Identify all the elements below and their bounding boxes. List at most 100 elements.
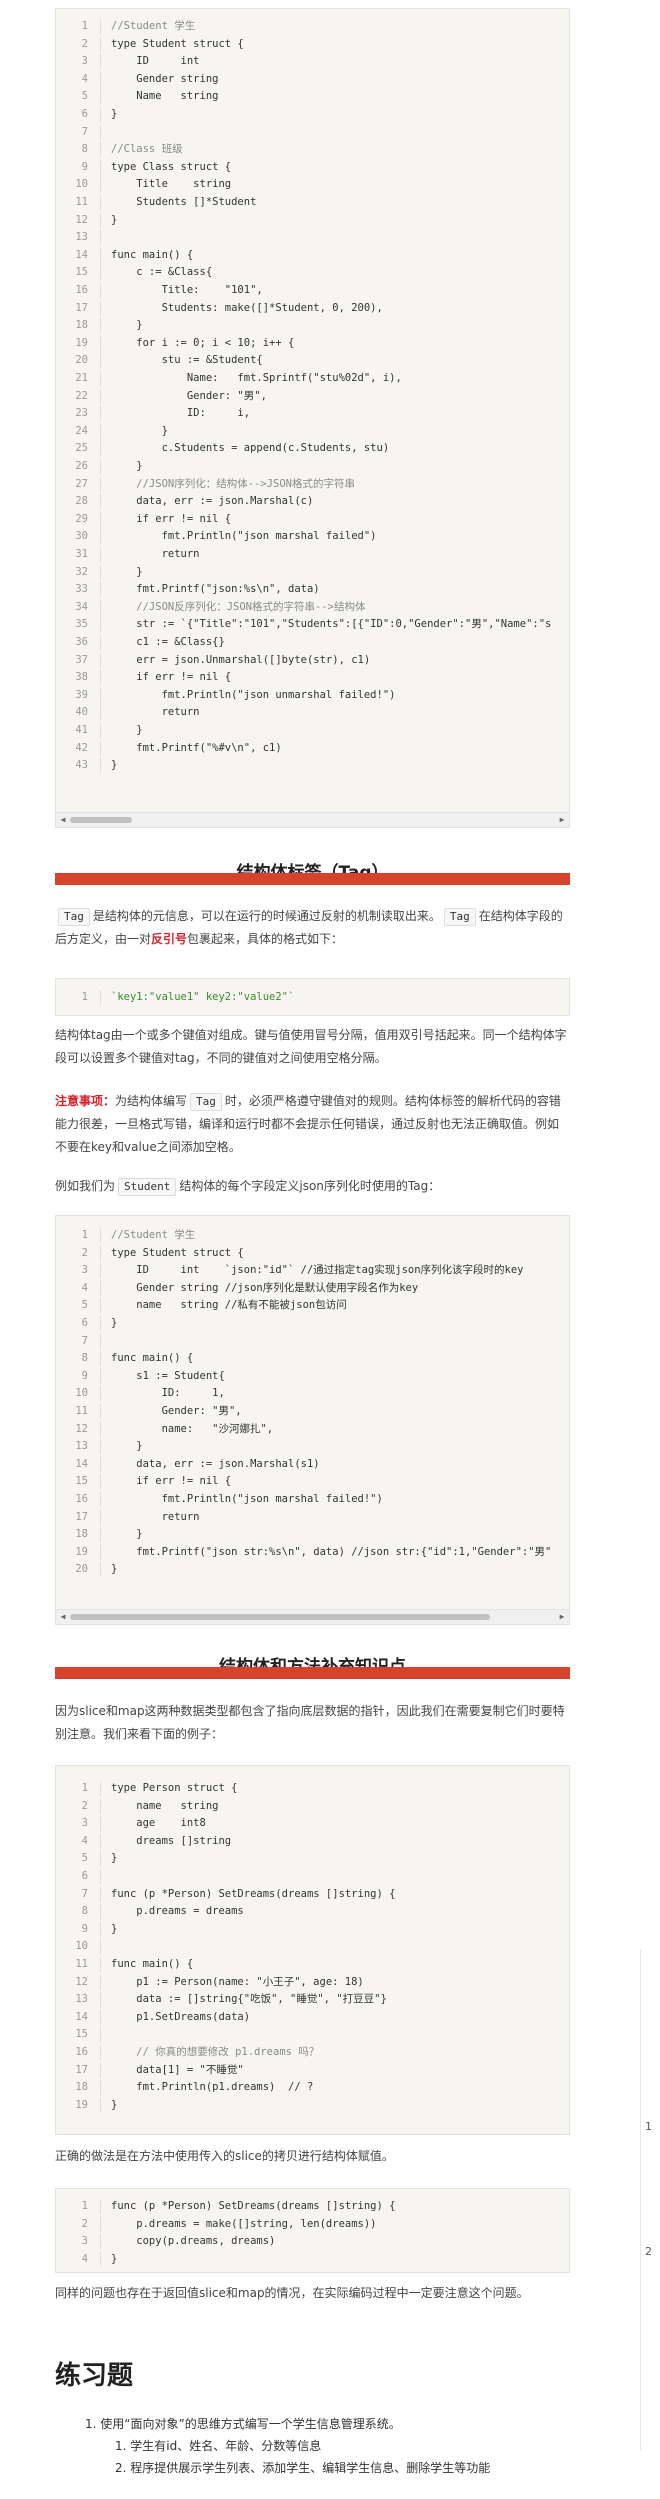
line-number: 17 <box>56 2062 101 2078</box>
line-number: 2 <box>56 1245 101 1261</box>
line-number: 9 <box>56 1368 101 1384</box>
line-number: 8 <box>56 1904 101 1920</box>
code-line: 21 Name: fmt.Sprintf("stu%02d", i), <box>56 371 571 386</box>
code-line: 1 //Student 学生 <box>56 19 571 34</box>
line-number: 17 <box>56 1509 101 1525</box>
line-number: 34 <box>56 599 101 615</box>
code-line: 19} <box>56 2097 571 2113</box>
line-number: 21 <box>56 371 101 386</box>
line-number: 2 <box>56 1798 101 1814</box>
paragraph-tag-kv: 结构体tag由一个或多个键值对组成。键与值使用冒号分隔，值用双引号括起来。同一个… <box>55 1028 567 1065</box>
code-text: Name string <box>111 90 219 103</box>
scroll-right-icon[interactable]: ▶ <box>557 815 567 825</box>
code-text: p1.SetDreams(data) <box>111 2010 251 2023</box>
code-text: if err != nil { <box>111 1475 232 1488</box>
code-text: for i := 0; i < 10; i++ { <box>111 336 295 349</box>
line-number: 24 <box>56 423 101 439</box>
horizontal-scrollbar[interactable]: ◀ ▶ <box>56 1609 569 1624</box>
horizontal-scrollbar[interactable]: ◀ ▶ <box>56 812 569 827</box>
code-block-tag-format: 1 `key1:"value1" key2:"value2"` <box>55 978 570 1016</box>
code-line: 3 copy(p.dreams, dreams) <box>56 2234 571 2250</box>
code-text: Gender string <box>111 72 219 85</box>
code-text: fmt.Printf("%#v\n", c1) <box>111 741 282 754</box>
code-line: 36 c1 := &Class{} <box>56 635 571 650</box>
code-text: } <box>111 759 118 772</box>
code-line: 33 fmt.Printf("json:%s\n", data) <box>56 582 571 598</box>
line-number: 9 <box>56 1921 101 1937</box>
code-text: } <box>111 1852 118 1865</box>
line-number: 12 <box>56 212 101 228</box>
scrollbar-thumb[interactable] <box>70 817 132 823</box>
code-text: } <box>111 565 143 578</box>
code-line: 11 func main() { <box>56 1957 571 1972</box>
code-line: 13 <box>56 230 571 246</box>
scroll-right-icon[interactable]: ▶ <box>557 1612 567 1622</box>
line-number: 7 <box>56 124 101 140</box>
line-number: 10 <box>56 177 101 193</box>
line-number: 37 <box>56 652 101 668</box>
code-line: 2 p.dreams = make([]string, len(dreams)) <box>56 2216 571 2232</box>
code-line: 17 Students: make([]*Student, 0, 200), <box>56 300 571 316</box>
code-text: age int8 <box>111 1817 206 1830</box>
code-text: stu := &Student{ <box>111 354 263 367</box>
line-number: 29 <box>56 511 101 527</box>
code-text: //Student 学生 <box>111 1229 196 1241</box>
code-text: ID: 1, <box>111 1387 225 1400</box>
code-line: 14 func main() { <box>56 247 571 263</box>
code-text: } <box>111 2098 118 2111</box>
code-text: return <box>111 1510 200 1523</box>
line-number: 8 <box>56 142 101 158</box>
line-number: 15 <box>56 2027 101 2043</box>
code-text: p1 := Person(name: "小王子", age: 18) <box>111 1975 364 1988</box>
exercise-subitem: 2. 程序提供展示学生列表、添加学生、编辑学生信息、删除学生等功能 <box>115 2461 491 2475</box>
inline-code-student: Student <box>118 1178 177 1196</box>
code-line: 8 p.dreams = dreams <box>56 1904 571 1920</box>
line-number: 1 <box>56 1228 101 1243</box>
scroll-left-icon[interactable]: ◀ <box>58 815 68 825</box>
code-text: func main() { <box>111 1958 194 1970</box>
line-number: 18 <box>56 1527 101 1543</box>
line-number: 2 <box>56 2216 101 2232</box>
code-text: } <box>111 424 168 437</box>
code-line: 43} <box>56 758 571 774</box>
code-line: 14 p1.SetDreams(data) <box>56 2009 571 2025</box>
code-text: name string //私有不能被json包访问 <box>111 1299 347 1312</box>
code-line: 9} <box>56 1921 571 1937</box>
section-heading-exercise: 练习题 <box>55 2361 134 2391</box>
toc-marker-2[interactable]: 2 <box>645 2245 652 2258</box>
code-line: 30 fmt.Println("json marshal failed") <box>56 529 571 545</box>
line-number: 5 <box>56 1851 101 1867</box>
code-line: 22 Gender: "男", <box>56 388 571 404</box>
code-line: 19 fmt.Printf("json str:%s\n", data) //j… <box>56 1544 571 1560</box>
code-text: p.dreams = dreams <box>111 1905 244 1918</box>
code-text: data[1] = "不睡觉" <box>111 2063 244 2076</box>
line-number: 13 <box>56 1439 101 1455</box>
scrollbar-thumb[interactable] <box>70 1614 490 1620</box>
code-line: 11 Gender: "男", <box>56 1404 571 1419</box>
code-text: copy(p.dreams, dreams) <box>111 2235 276 2248</box>
paragraph-tag-note: 注意事项：为结构体编写 Tag 时，必须严格遵守键值对的规则。结构体标签的解析代码的… <box>55 1093 561 1154</box>
scroll-left-icon[interactable]: ◀ <box>58 1612 68 1622</box>
code-line: 1 func (p *Person) SetDreams(dreams []str… <box>56 2199 571 2214</box>
code-line: 8 //Class 班级 <box>56 142 571 158</box>
code-line: 15 if err != nil { <box>56 1474 571 1490</box>
code-line: 31 return <box>56 547 571 562</box>
code-text: fmt.Println(p1.dreams) // ? <box>111 2081 314 2094</box>
code-line: 4 dreams []string <box>56 1833 571 1849</box>
code-text: name: "沙河娜扎", <box>111 1422 274 1435</box>
line-number: 4 <box>56 1280 101 1296</box>
code-text: func main() { <box>111 1352 194 1365</box>
line-number: 19 <box>56 2097 101 2113</box>
code-text: ID int `json:"id"` //通过指定tag实现json序列化该字段… <box>111 1264 524 1277</box>
line-number: 9 <box>56 159 101 175</box>
code-line: 15 <box>56 2027 571 2043</box>
line-number: 1 <box>56 1781 101 1796</box>
code-text: } <box>111 1528 143 1541</box>
code-line: 20} <box>56 1562 571 1578</box>
code-text: } <box>111 319 143 332</box>
code-text: ID: i, <box>111 407 251 420</box>
toc-marker-1[interactable]: 1 <box>645 2120 652 2133</box>
line-number: 14 <box>56 247 101 263</box>
code-line: 7 <box>56 124 571 140</box>
line-number: 11 <box>56 195 101 210</box>
